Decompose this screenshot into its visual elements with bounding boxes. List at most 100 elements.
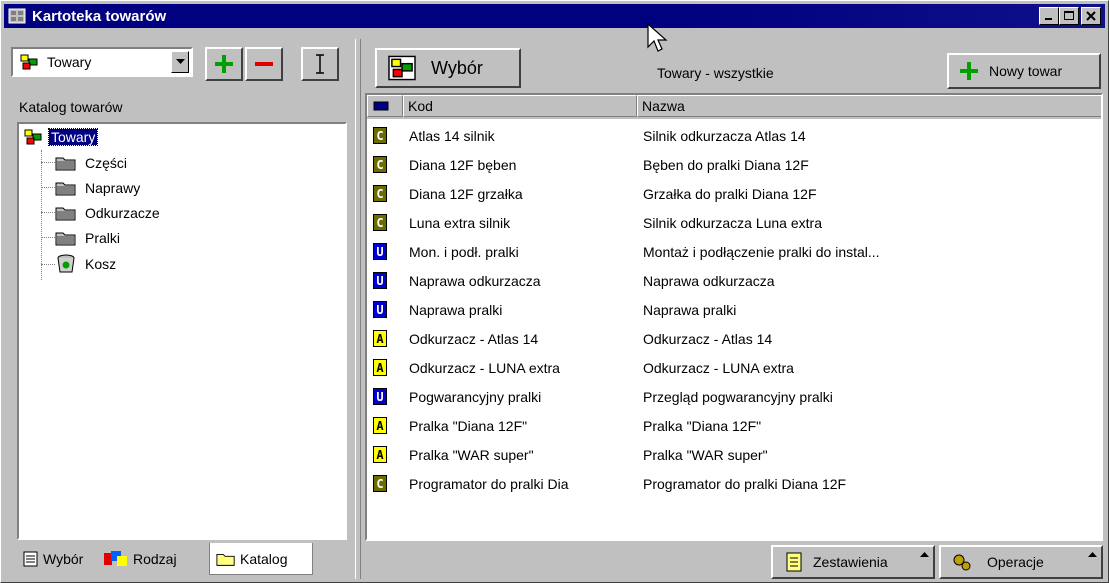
cell-nazwa: Silnik odkurzacza Atlas 14 [643,127,806,144]
window-title: Kartoteka towarów [32,7,167,25]
type-badge-icon: C [373,475,387,492]
add-folder-button[interactable] [205,47,243,81]
panel-splitter[interactable] [355,39,361,579]
cell-nazwa: Naprawa pralki [643,301,737,318]
cell-nazwa: Naprawa odkurzacza [643,272,775,289]
chevron-up-icon [920,552,929,557]
tree-item-label: Pralki [85,230,121,246]
table-row[interactable]: U Naprawa pralki Naprawa pralki [367,295,1101,324]
cell-kod: Naprawa pralki [409,301,503,318]
type-badge-icon: C [373,156,387,173]
chevron-down-icon [175,59,185,64]
cell-kod: Diana 12F grzałka [409,185,523,202]
tree-connector [41,162,55,163]
window-controls [1039,7,1101,25]
table-row[interactable]: A Odkurzacz - Atlas 14 Odkurzacz - Atlas 1… [367,324,1101,353]
tab-wybor[interactable]: Wybór [17,543,97,575]
tree-connector [41,187,55,188]
table-header: Kod Nazwa [367,95,1101,119]
type-badge-icon: U [373,301,387,318]
table-row[interactable]: A Odkurzacz - LUNA extra Odkurzacz - LUNA … [367,353,1101,382]
cell-nazwa: Programator do pralki Diana 12F [643,475,847,492]
tree-item-naprawy[interactable]: Naprawy [55,177,142,199]
tab-katalog[interactable]: Katalog [209,543,313,575]
table-row[interactable]: C Diana 12F bęben Bęben do pralki Diana 12… [367,150,1101,179]
cell-nazwa: Odkurzacz - Atlas 14 [643,330,773,347]
table-row[interactable]: U Pogwarancyjny pralki Przegląd pogwarancy… [367,382,1101,411]
type-badge-icon: A [373,359,387,376]
tree-item-czesci[interactable]: Części [55,152,129,174]
filter-label: Towary - wszystkie [657,65,774,81]
minimize-button[interactable] [1039,7,1059,25]
tree-item-label: Odkurzacze [85,205,160,221]
catalog-label: Katalog towarów [19,99,123,115]
tab-rodzaj[interactable]: Rodzaj [97,543,209,575]
goods-table[interactable]: Kod Nazwa C Atlas 14 silnik Silnik odkurza… [365,93,1103,541]
table-row[interactable]: C Atlas 14 silnik Silnik odkurzacza Atlas … [367,121,1101,150]
select-all-header[interactable] [367,95,403,117]
table-row[interactable]: C Luna extra silnik Silnik odkurzacza Luna… [367,208,1101,237]
cell-nazwa: Przegląd pogwarancyjny pralki [643,388,833,405]
minimize-icon [1045,18,1052,20]
zestawienia-label: Zestawienia [813,554,888,570]
tree-item-label: Naprawy [85,180,141,196]
folder-icon [55,232,76,246]
cell-nazwa: Odkurzacz - LUNA extra [643,359,794,376]
cell-kod: Pralka "WAR super" [409,446,534,463]
goods-root-icon [24,129,42,145]
combo-dropdown-button[interactable] [171,51,189,73]
tree-connector [41,212,55,213]
plus-icon [215,55,233,73]
report-icon [786,552,802,572]
table-row[interactable]: U Naprawa odkurzacza Naprawa odkurzacza [367,266,1101,295]
table-row[interactable]: C Programator do pralki Dia Programator do… [367,469,1101,498]
type-badge-icon: C [373,185,387,202]
close-icon [1086,11,1096,21]
close-button[interactable] [1081,7,1101,25]
new-item-button[interactable]: Nowy towar [947,53,1101,89]
goods-combo[interactable]: Towary [11,47,193,77]
cell-nazwa: Pralka "WAR super" [643,446,768,463]
wybor-button[interactable]: Wybór [375,48,521,88]
table-row[interactable]: A Pralka "WAR super" Pralka "WAR super" [367,440,1101,469]
minus-icon [255,62,273,66]
tree-item-label: Kosz [85,256,117,272]
chevron-up-icon [1088,552,1097,557]
maximize-icon [1064,11,1074,20]
type-badge-icon: A [373,446,387,463]
plus-icon [960,62,978,80]
app-icon [8,8,26,24]
tree-item-odkurzacze[interactable]: Odkurzacze [55,202,162,224]
rename-folder-button[interactable] [301,47,339,81]
type-badge-icon: A [373,417,387,434]
folder-icon [55,207,76,221]
table-row[interactable]: U Mon. i podł. pralki Montaż i podłączenie… [367,237,1101,266]
table-row[interactable]: A Pralka "Diana 12F" Pralka "Diana 12F" [367,411,1101,440]
column-header-nazwa[interactable]: Nazwa [637,95,1101,117]
tree-item-pralki[interactable]: Pralki [55,227,122,249]
title-bar[interactable]: Kartoteka towarów [4,4,1105,28]
catalog-tree[interactable]: Towary Części Naprawy Odkurzacze Pralki … [17,122,347,540]
tree-item-label: Części [85,155,128,171]
operacje-button[interactable]: Operacje [939,545,1103,579]
column-header-kod[interactable]: Kod [403,95,637,117]
tree-item-towary[interactable]: Towary [23,126,99,148]
cell-kod: Naprawa odkurzacza [409,272,541,289]
tree-connector [41,150,42,280]
cell-kod: Programator do pralki Dia [409,475,569,492]
operacje-label: Operacje [987,554,1044,570]
main-window: Kartoteka towarów Towary Katalog towarów… [0,0,1109,583]
cell-kod: Diana 12F bęben [409,156,517,173]
zestawienia-button[interactable]: Zestawienia [771,545,935,579]
remove-folder-button[interactable] [245,47,283,81]
tree-item-label: Towary [47,128,99,146]
shapes-icon [104,551,127,566]
tab-label: Rodzaj [133,551,177,567]
goods-root-icon [388,55,416,81]
maximize-button[interactable] [1059,7,1079,25]
table-row[interactable]: C Diana 12F grzałka Grzałka do pralki Dian… [367,179,1101,208]
tree-item-kosz[interactable]: Kosz [55,253,118,275]
cell-kod: Pogwarancyjny pralki [409,388,542,405]
type-badge-icon: C [373,214,387,231]
mouse-cursor-icon [647,23,668,52]
